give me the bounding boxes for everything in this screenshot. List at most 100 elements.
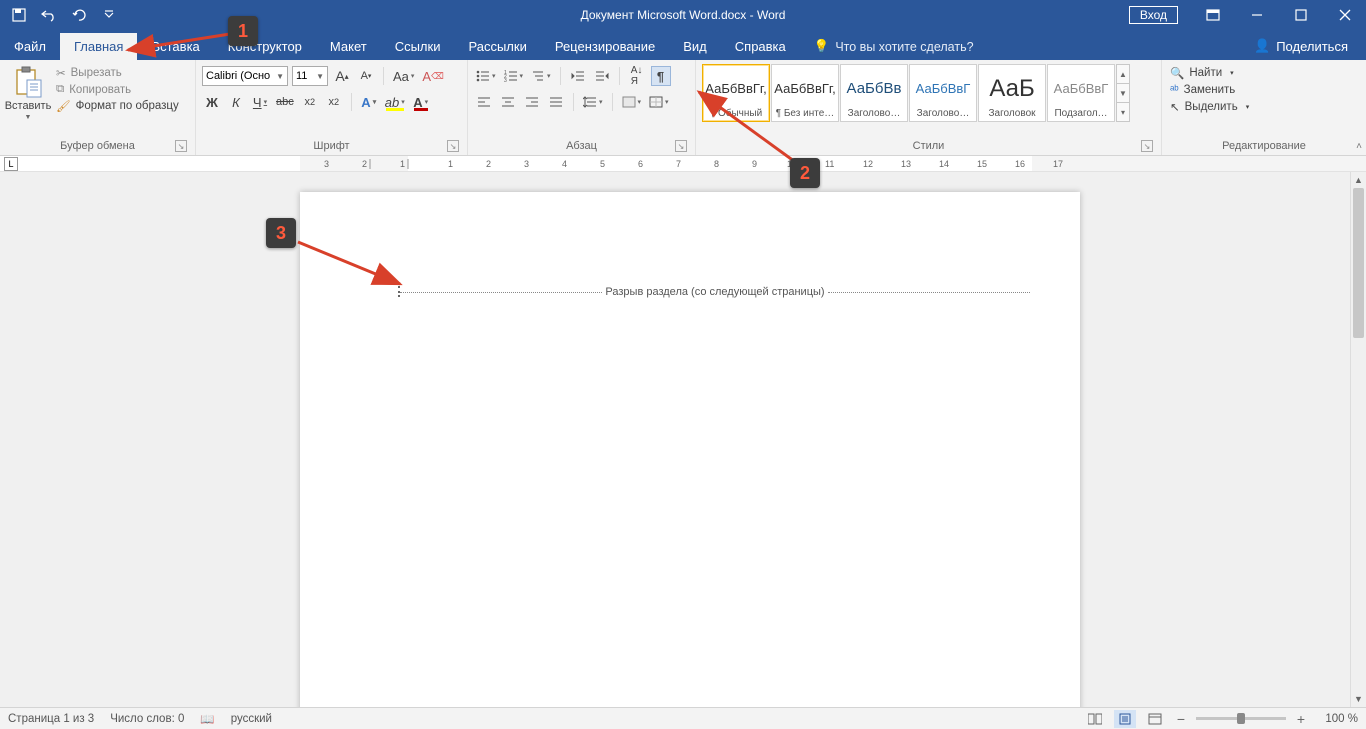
select-label: Выделить bbox=[1185, 101, 1238, 113]
scroll-down-icon[interactable]: ▼ bbox=[1351, 691, 1366, 707]
page[interactable]: Разрыв раздела (со следующей страницы) bbox=[300, 192, 1080, 707]
search-icon: 🔍 bbox=[1170, 66, 1184, 80]
shading-button[interactable]: ▾ bbox=[620, 92, 644, 112]
gallery-more-icon[interactable]: ▾ bbox=[1117, 103, 1129, 121]
horizontal-ruler[interactable]: 321 123 456 789 101112 131415 1617 bbox=[300, 156, 1366, 171]
tab-references[interactable]: Ссылки bbox=[381, 33, 455, 60]
tab-help[interactable]: Справка bbox=[721, 33, 800, 60]
paragraph-launcher[interactable]: ↘ bbox=[675, 140, 687, 152]
svg-text:12: 12 bbox=[863, 159, 873, 169]
sort-button[interactable]: А↓Я bbox=[627, 66, 647, 86]
tab-mailings[interactable]: Рассылки bbox=[454, 33, 540, 60]
decrease-indent-button[interactable] bbox=[568, 66, 588, 86]
show-marks-button[interactable]: ¶ bbox=[651, 66, 671, 86]
font-group-label: Шрифт bbox=[313, 140, 349, 152]
change-case-button[interactable]: Aa▾ bbox=[391, 66, 416, 86]
style-title[interactable]: АаБЗаголовок bbox=[978, 64, 1046, 122]
highlight-button[interactable]: ab▾ bbox=[383, 92, 407, 112]
word-count[interactable]: Число слов: 0 bbox=[110, 713, 184, 725]
font-name-combo[interactable]: Calibri (Осно▼ bbox=[202, 66, 288, 86]
style-subtitle[interactable]: АаБбВвГПодзагол… bbox=[1047, 64, 1115, 122]
bold-button[interactable]: Ж bbox=[202, 92, 222, 112]
style-no-spacing[interactable]: АаБбВвГг,¶ Без инте… bbox=[771, 64, 839, 122]
copy-label: Копировать bbox=[69, 84, 131, 96]
zoom-level[interactable]: 100 % bbox=[1316, 713, 1358, 725]
language-indicator[interactable]: русский bbox=[231, 713, 272, 725]
scroll-up-icon[interactable]: ▲ bbox=[1351, 172, 1366, 188]
tab-layout[interactable]: Макет bbox=[316, 33, 381, 60]
gallery-up-icon[interactable]: ▲ bbox=[1117, 65, 1129, 84]
tab-view[interactable]: Вид bbox=[669, 33, 721, 60]
style-heading1[interactable]: АаБбВвЗаголово… bbox=[840, 64, 908, 122]
read-mode-button[interactable] bbox=[1084, 710, 1106, 728]
styles-launcher[interactable]: ↘ bbox=[1141, 140, 1153, 152]
tab-review[interactable]: Рецензирование bbox=[541, 33, 669, 60]
increase-indent-button[interactable] bbox=[592, 66, 612, 86]
superscript-button[interactable]: x2 bbox=[324, 92, 344, 112]
bullets-button[interactable]: ▾ bbox=[474, 66, 498, 86]
lightbulb-icon: 💡 bbox=[814, 39, 830, 54]
cut-label: Вырезать bbox=[71, 67, 122, 79]
style-normal[interactable]: АаБбВвГг,¶ Обычный bbox=[702, 64, 770, 122]
numbering-button[interactable]: 123▾ bbox=[502, 66, 526, 86]
replace-button[interactable]: ᵃᵇЗаменить bbox=[1170, 84, 1249, 96]
tab-insert[interactable]: Вставка bbox=[137, 33, 213, 60]
style-heading2[interactable]: АаБбВвГЗаголово… bbox=[909, 64, 977, 122]
tab-home[interactable]: Главная bbox=[60, 33, 137, 60]
multilevel-list-button[interactable]: ▾ bbox=[529, 66, 553, 86]
zoom-in-button[interactable]: + bbox=[1294, 711, 1308, 727]
proofing-icon[interactable]: 📖 bbox=[200, 712, 214, 726]
grow-font-button[interactable]: A▴ bbox=[332, 66, 352, 86]
justify-button[interactable] bbox=[546, 92, 566, 112]
font-size-combo[interactable]: 11▼ bbox=[292, 66, 328, 86]
tab-stop-selector[interactable]: L bbox=[4, 157, 18, 171]
italic-button[interactable]: К bbox=[226, 92, 246, 112]
qat-customize-icon[interactable] bbox=[98, 4, 120, 26]
minimize-button[interactable] bbox=[1236, 0, 1278, 30]
zoom-out-button[interactable]: − bbox=[1174, 711, 1188, 727]
underline-button[interactable]: Ч▾ bbox=[250, 92, 270, 112]
copy-button[interactable]: ⧉Копировать bbox=[56, 83, 179, 96]
share-button[interactable]: 👤 Поделиться bbox=[1236, 38, 1366, 60]
subscript-button[interactable]: x2 bbox=[300, 92, 320, 112]
paste-button[interactable]: Вставить ▼ bbox=[6, 62, 50, 121]
print-layout-button[interactable] bbox=[1114, 710, 1136, 728]
undo-button[interactable] bbox=[38, 4, 60, 26]
format-painter-button[interactable]: 🖌Формат по образцу bbox=[56, 99, 179, 113]
share-label: Поделиться bbox=[1276, 39, 1348, 54]
tab-file[interactable]: Файл bbox=[0, 33, 60, 60]
find-button[interactable]: 🔍Найти▾ bbox=[1170, 66, 1249, 80]
cut-button[interactable]: ✂Вырезать bbox=[56, 66, 179, 80]
align-left-button[interactable] bbox=[474, 92, 494, 112]
scroll-thumb[interactable] bbox=[1353, 188, 1364, 338]
styles-gallery: АаБбВвГг,¶ Обычный АаБбВвГг,¶ Без инте… … bbox=[702, 62, 1130, 122]
tell-me-search[interactable]: 💡 Что вы хотите сделать? bbox=[800, 39, 988, 60]
text-effects-button[interactable]: A▾ bbox=[359, 92, 379, 112]
gallery-down-icon[interactable]: ▼ bbox=[1117, 84, 1129, 103]
vertical-scrollbar[interactable]: ▲ ▼ bbox=[1350, 172, 1366, 707]
font-launcher[interactable]: ↘ bbox=[447, 140, 459, 152]
save-button[interactable] bbox=[8, 4, 30, 26]
web-layout-button[interactable] bbox=[1144, 710, 1166, 728]
page-indicator[interactable]: Страница 1 из 3 bbox=[8, 713, 94, 725]
clear-formatting-button[interactable]: A⌫ bbox=[420, 66, 445, 86]
redo-button[interactable] bbox=[68, 4, 90, 26]
select-button[interactable]: ↖Выделить▾ bbox=[1170, 100, 1249, 114]
borders-button[interactable]: ▾ bbox=[647, 92, 671, 112]
svg-text:4: 4 bbox=[562, 159, 567, 169]
align-right-button[interactable] bbox=[522, 92, 542, 112]
styles-group-label: Стили bbox=[913, 140, 945, 152]
clipboard-launcher[interactable]: ↘ bbox=[175, 140, 187, 152]
font-color-button[interactable]: A▾ bbox=[411, 92, 431, 112]
shrink-font-button[interactable]: A▾ bbox=[356, 66, 376, 86]
collapse-ribbon-icon[interactable]: ˄ bbox=[1356, 141, 1362, 152]
zoom-slider[interactable] bbox=[1196, 717, 1286, 720]
line-spacing-button[interactable]: ▾ bbox=[581, 92, 605, 112]
align-center-button[interactable] bbox=[498, 92, 518, 112]
maximize-button[interactable] bbox=[1280, 0, 1322, 30]
sign-in-button[interactable]: Вход bbox=[1129, 6, 1178, 24]
strikethrough-button[interactable]: abc bbox=[274, 92, 296, 112]
ribbon-display-options-icon[interactable] bbox=[1192, 0, 1234, 30]
close-button[interactable] bbox=[1324, 0, 1366, 30]
styles-gallery-scroll: ▲ ▼ ▾ bbox=[1116, 64, 1130, 122]
